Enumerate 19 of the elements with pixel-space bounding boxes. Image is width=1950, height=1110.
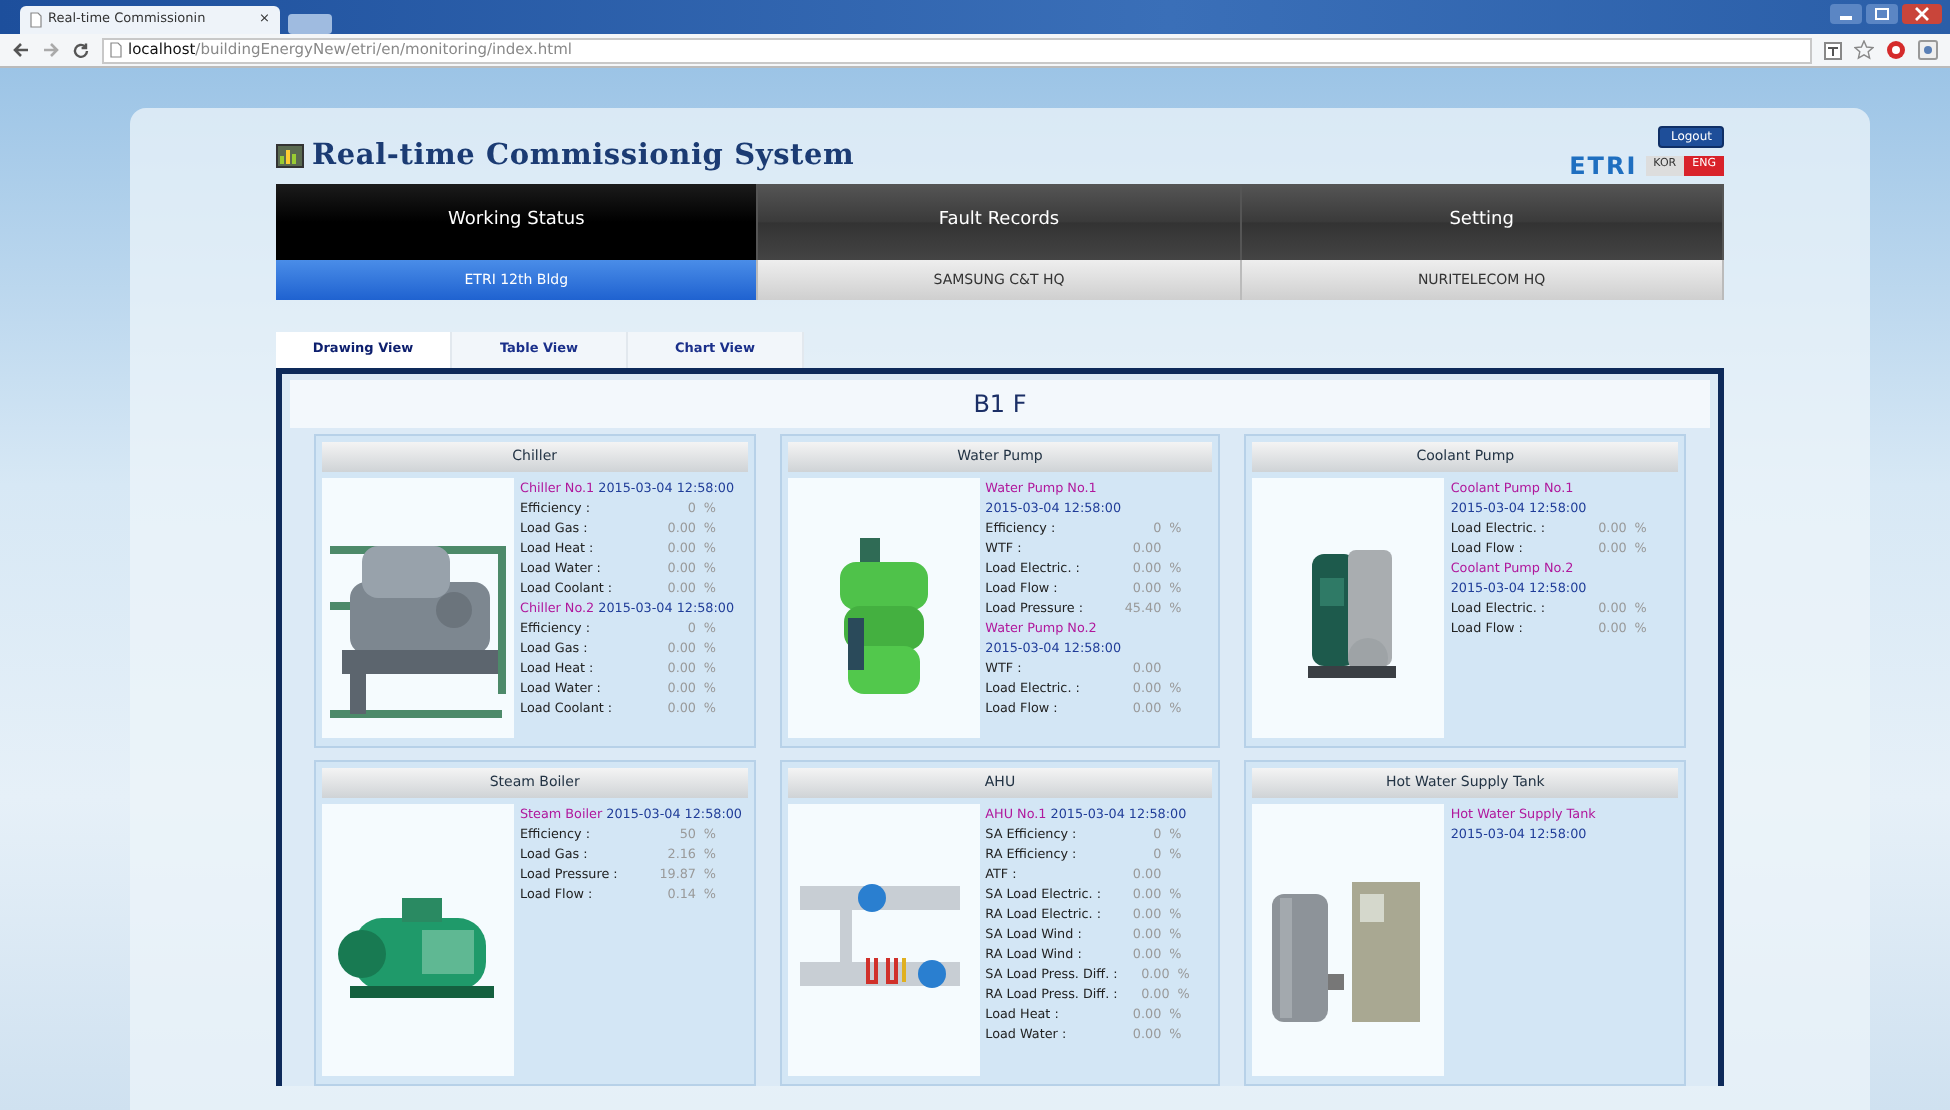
- floor-header: B1 F: [290, 380, 1710, 428]
- page-icon: [110, 42, 122, 58]
- menu-tab[interactable]: Working Status: [276, 184, 759, 260]
- translate-icon[interactable]: [1824, 41, 1842, 59]
- logo: ETRI: [1569, 154, 1638, 178]
- forward-icon[interactable]: [42, 42, 60, 58]
- page-icon: [30, 12, 42, 28]
- stop-icon[interactable]: [1886, 40, 1906, 60]
- back-icon[interactable]: [12, 42, 30, 58]
- menu-tab[interactable]: Setting: [1241, 184, 1724, 260]
- app-title: Real-time Commissionig System: [312, 136, 855, 177]
- monitor-icon: [276, 144, 304, 169]
- close-icon[interactable]: [1902, 4, 1942, 24]
- minimize-icon[interactable]: [1830, 4, 1862, 24]
- reload-icon[interactable]: [72, 41, 90, 59]
- menu-tab[interactable]: Fault Records: [758, 184, 1242, 260]
- maximize-icon[interactable]: [1866, 4, 1898, 24]
- star-icon[interactable]: [1854, 40, 1874, 60]
- extension-icon[interactable]: [1918, 40, 1938, 60]
